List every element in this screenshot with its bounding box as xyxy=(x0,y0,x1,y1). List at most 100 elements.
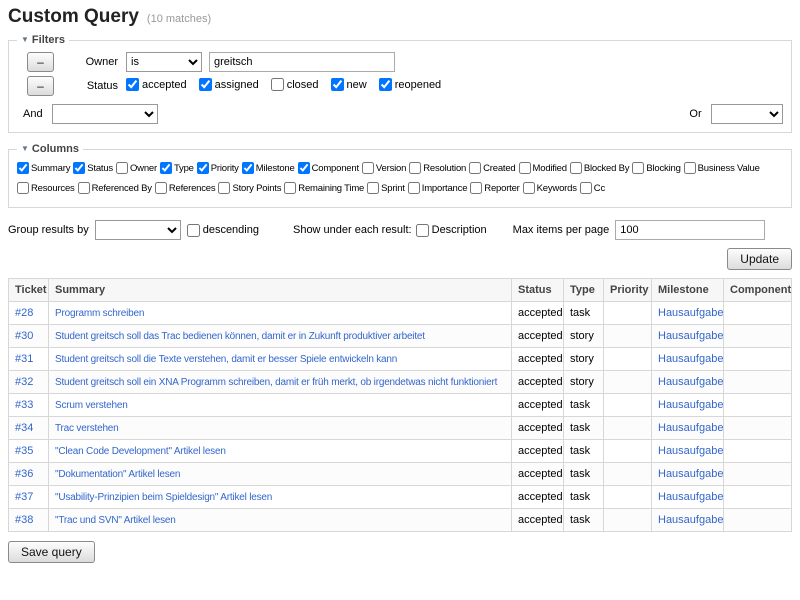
column-checkbox-referenced-by[interactable] xyxy=(78,182,90,194)
column-checkbox-importance[interactable] xyxy=(408,182,420,194)
column-checkbox-sprint[interactable] xyxy=(367,182,379,194)
cell-milestone: Hausaufgabe xyxy=(652,325,724,348)
ticket-link[interactable]: #37 xyxy=(15,491,33,503)
column-checkbox-version[interactable] xyxy=(362,162,374,174)
summary-link[interactable]: Programm schreiben xyxy=(55,308,144,319)
ticket-link[interactable]: #30 xyxy=(15,330,33,342)
column-header-summary[interactable]: Summary xyxy=(49,279,512,302)
milestone-link[interactable]: Hausaufgabe xyxy=(658,330,723,342)
cell-type: task xyxy=(564,440,604,463)
column-checkbox-blocked-by[interactable] xyxy=(570,162,582,174)
milestone-link[interactable]: Hausaufgabe xyxy=(658,353,723,365)
summary-link[interactable]: "Trac und SVN" Artikel lesen xyxy=(55,515,176,526)
column-checkbox-story-points[interactable] xyxy=(218,182,230,194)
cell-ticket: #37 xyxy=(9,486,49,509)
column-checkbox-resolution[interactable] xyxy=(409,162,421,174)
column-header-type[interactable]: Type xyxy=(564,279,604,302)
owner-filter-label: Owner xyxy=(54,56,118,68)
column-checkbox-resources[interactable] xyxy=(17,182,29,194)
summary-link[interactable]: Student greitsch soll die Texte verstehe… xyxy=(55,354,397,365)
milestone-link[interactable]: Hausaufgabe xyxy=(658,376,723,388)
cell-component xyxy=(724,394,792,417)
column-option-label: Type xyxy=(174,163,194,174)
columns-legend[interactable]: ▼Columns xyxy=(17,143,83,155)
column-checkbox-status[interactable] xyxy=(73,162,85,174)
ticket-link[interactable]: #36 xyxy=(15,468,33,480)
column-checkbox-reporter[interactable] xyxy=(470,182,482,194)
column-header-ticket[interactable]: Ticket xyxy=(9,279,49,302)
column-checkbox-business-value[interactable] xyxy=(684,162,696,174)
column-checkbox-created[interactable] xyxy=(469,162,481,174)
descending-checkbox[interactable] xyxy=(187,224,200,237)
match-count: (10 matches) xyxy=(147,13,211,25)
column-checkbox-type[interactable] xyxy=(160,162,172,174)
column-option-label: Remaining Time xyxy=(298,183,364,194)
filters-legend[interactable]: ▼Filters xyxy=(17,34,69,46)
milestone-link[interactable]: Hausaufgabe xyxy=(658,307,723,319)
milestone-link[interactable]: Hausaufgabe xyxy=(658,422,723,434)
ticket-link[interactable]: #35 xyxy=(15,445,33,457)
summary-link[interactable]: "Dokumentation" Artikel lesen xyxy=(55,469,180,480)
filters-fieldset: ▼Filters – Owner is – Status acceptedass… xyxy=(8,34,792,133)
status-checkbox-new[interactable] xyxy=(331,78,344,91)
status-checkbox-closed[interactable] xyxy=(271,78,284,91)
remove-status-filter-button[interactable]: – xyxy=(27,76,54,96)
and-group: And xyxy=(17,104,158,124)
summary-link[interactable]: Student greitsch soll ein XNA Programm s… xyxy=(55,377,497,388)
status-checkbox-assigned[interactable] xyxy=(199,78,212,91)
and-filter-select[interactable] xyxy=(52,104,158,124)
column-option-priority: Priority xyxy=(197,162,239,174)
column-checkbox-references[interactable] xyxy=(155,182,167,194)
remove-owner-filter-button[interactable]: – xyxy=(27,52,54,72)
status-checkbox-accepted[interactable] xyxy=(126,78,139,91)
column-checkbox-milestone[interactable] xyxy=(242,162,254,174)
column-checkbox-remaining-time[interactable] xyxy=(284,182,296,194)
cell-summary: Student greitsch soll die Texte verstehe… xyxy=(49,348,512,371)
max-items-input[interactable] xyxy=(615,220,765,240)
status-checkbox-reopened[interactable] xyxy=(379,78,392,91)
column-option-resolution: Resolution xyxy=(409,162,466,174)
column-header-status[interactable]: Status xyxy=(512,279,564,302)
cell-milestone: Hausaufgabe xyxy=(652,348,724,371)
column-option-label: Story Points xyxy=(232,183,281,194)
column-header-milestone[interactable]: Milestone xyxy=(652,279,724,302)
summary-link[interactable]: "Clean Code Development" Artikel lesen xyxy=(55,446,226,457)
ticket-link[interactable]: #34 xyxy=(15,422,33,434)
or-filter-select[interactable] xyxy=(711,104,783,124)
column-option-reporter: Reporter xyxy=(470,182,519,194)
group-by-select[interactable] xyxy=(95,220,181,240)
column-header-priority[interactable]: Priority xyxy=(604,279,652,302)
column-option-label: Created xyxy=(483,163,515,174)
ticket-link[interactable]: #31 xyxy=(15,353,33,365)
column-checkbox-blocking[interactable] xyxy=(632,162,644,174)
column-checkbox-cc[interactable] xyxy=(580,182,592,194)
owner-mode-select[interactable]: is xyxy=(126,52,202,72)
description-checkbox[interactable] xyxy=(416,224,429,237)
ticket-link[interactable]: #33 xyxy=(15,399,33,411)
ticket-link[interactable]: #38 xyxy=(15,514,33,526)
milestone-link[interactable]: Hausaufgabe xyxy=(658,514,723,526)
column-checkbox-modified[interactable] xyxy=(519,162,531,174)
milestone-link[interactable]: Hausaufgabe xyxy=(658,468,723,480)
summary-link[interactable]: Trac verstehen xyxy=(55,423,119,434)
owner-value-input[interactable] xyxy=(209,52,395,72)
column-checkbox-owner[interactable] xyxy=(116,162,128,174)
ticket-link[interactable]: #28 xyxy=(15,307,33,319)
column-checkbox-component[interactable] xyxy=(298,162,310,174)
update-button[interactable]: Update xyxy=(727,248,792,270)
ticket-link[interactable]: #32 xyxy=(15,376,33,388)
summary-link[interactable]: Scrum verstehen xyxy=(55,400,128,411)
summary-link[interactable]: Student greitsch soll das Trac bedienen … xyxy=(55,331,425,342)
column-option-created: Created xyxy=(469,162,515,174)
milestone-link[interactable]: Hausaufgabe xyxy=(658,491,723,503)
summary-link[interactable]: "Usability-Prinzipien beim Spieldesign" … xyxy=(55,492,272,503)
column-checkbox-priority[interactable] xyxy=(197,162,209,174)
save-query-button[interactable]: Save query xyxy=(8,541,95,563)
column-option-story-points: Story Points xyxy=(218,182,281,194)
milestone-link[interactable]: Hausaufgabe xyxy=(658,399,723,411)
milestone-link[interactable]: Hausaufgabe xyxy=(658,445,723,457)
column-header-component[interactable]: Component xyxy=(724,279,792,302)
column-checkbox-summary[interactable] xyxy=(17,162,29,174)
column-checkbox-keywords[interactable] xyxy=(523,182,535,194)
column-option-label: Business Value xyxy=(698,163,760,174)
